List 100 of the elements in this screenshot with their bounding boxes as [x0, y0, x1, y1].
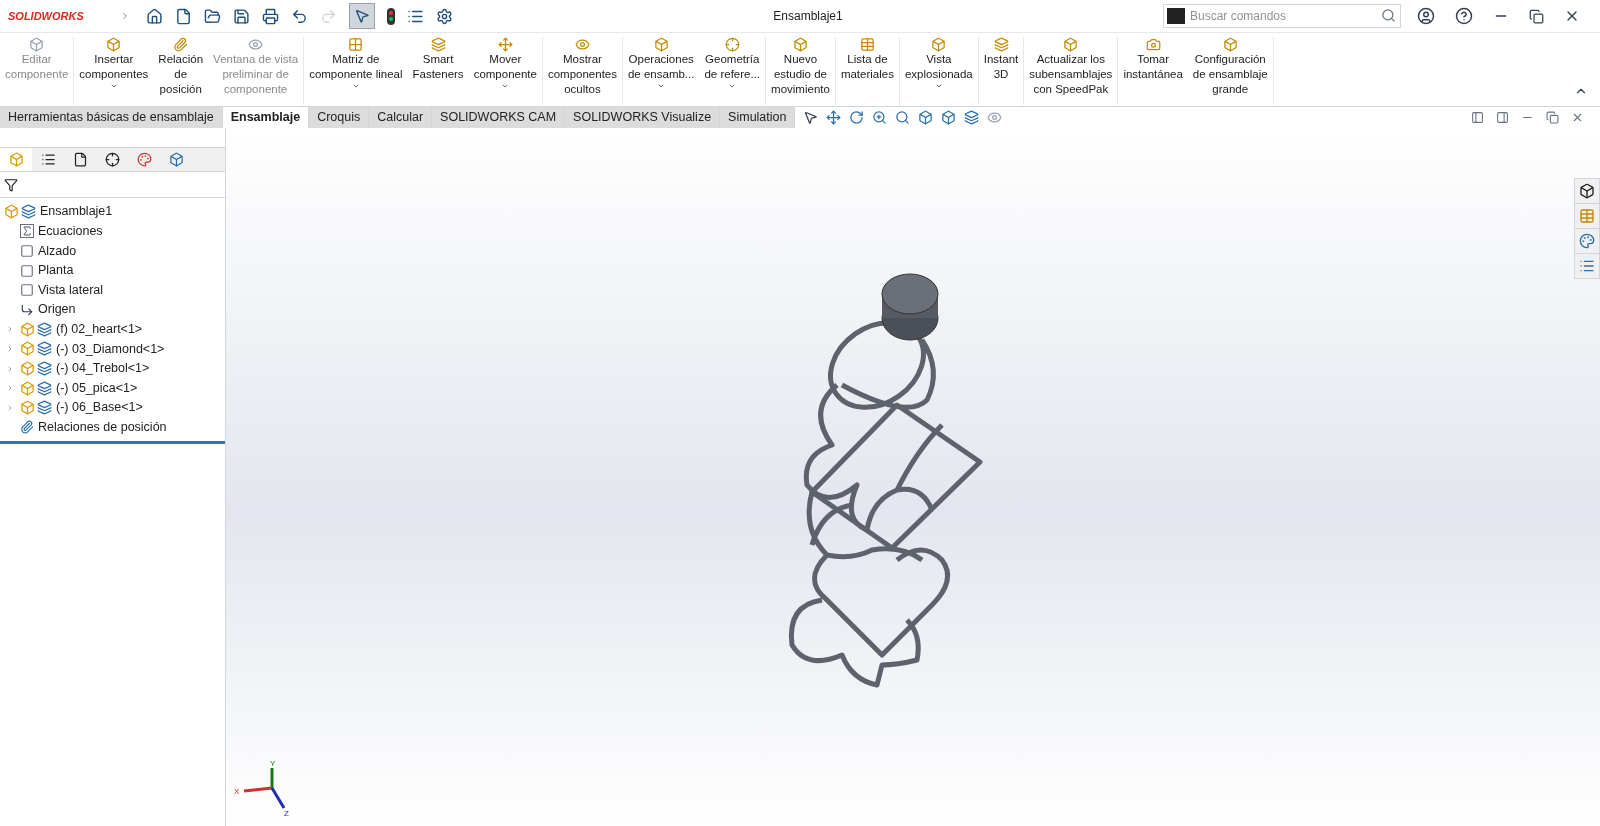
dropdown-icon [657, 82, 666, 90]
tab[interactable]: Simulation [720, 107, 796, 128]
expand-icon[interactable] [6, 325, 14, 334]
ribbon-button[interactable]: Actualizar los subensamblajes con SpeedPak [1024, 37, 1118, 105]
ribbon-button[interactable]: Nuevo estudio de movimiento [766, 37, 835, 105]
expand-icon[interactable] [6, 344, 14, 353]
display-style-icon[interactable] [941, 110, 957, 125]
select-button[interactable] [349, 3, 375, 29]
zoom-icon[interactable] [872, 110, 888, 125]
section-view-icon[interactable] [964, 110, 980, 125]
rotate-icon[interactable] [849, 110, 865, 125]
tree-item[interactable]: Origen [0, 299, 225, 320]
part-icon [20, 361, 52, 377]
palette-icon[interactable] [1579, 233, 1595, 249]
ribbon-button[interactable]: Lista de materiales [835, 37, 899, 105]
settings-icon[interactable] [436, 7, 453, 25]
view-orientation-icon[interactable] [918, 110, 934, 125]
tree-item[interactable]: (-) 06_Base<1> [0, 397, 225, 418]
tab[interactable]: Ensamblaje [222, 107, 310, 128]
terminal-icon [1167, 8, 1185, 24]
tool-icon [430, 37, 446, 52]
list-icon[interactable] [1579, 258, 1595, 274]
print-icon[interactable] [262, 7, 279, 25]
pan-icon[interactable] [826, 110, 842, 125]
search-icon [1381, 8, 1396, 23]
plane-icon [20, 244, 34, 258]
pointer-icon [354, 8, 370, 24]
tree-item[interactable]: Planta [0, 260, 225, 281]
restore-icon[interactable] [1529, 8, 1544, 24]
tool-icon [793, 37, 808, 52]
panel-left-icon[interactable] [1471, 111, 1484, 124]
ribbon-button[interactable]: Mostrar componentes ocultos [542, 37, 622, 105]
tree-item[interactable]: Alzado [0, 241, 225, 261]
ribbon-button[interactable]: Instant 3D [978, 37, 1024, 105]
dropdown-icon [501, 82, 510, 90]
ribbon-button[interactable]: Geometría de refere... [699, 37, 766, 105]
assembly-icon [4, 204, 36, 220]
ribbon-button[interactable]: Mover componente [468, 37, 542, 105]
ribbon-button[interactable]: Smart Fasteners [407, 37, 469, 105]
panel-right-icon[interactable] [1496, 111, 1509, 124]
tree-item[interactable]: Relaciones de posición [0, 417, 225, 438]
tree-item[interactable]: (f) 02_heart<1> [0, 319, 225, 340]
cube-icon [168, 152, 184, 167]
visibility-icon[interactable] [987, 110, 1003, 125]
ribbon-button[interactable]: Tomar instantánea [1118, 37, 1188, 105]
tree-item[interactable]: Vista lateral [0, 280, 225, 300]
ribbon-button[interactable]: Relación de posición [153, 37, 209, 105]
restore-icon[interactable] [1546, 111, 1559, 124]
plane-icon [20, 263, 34, 278]
ribbon-button[interactable]: Configuración de ensamblaje grande [1187, 37, 1273, 105]
select-icon[interactable] [803, 110, 819, 125]
tool-icon [859, 37, 875, 52]
crosshair-icon [104, 152, 120, 167]
tool-icon [993, 37, 1009, 52]
tool-icon [1063, 37, 1079, 52]
cube-icon[interactable] [1579, 183, 1595, 199]
plane-icon [20, 283, 34, 298]
tab[interactable]: Croquis [309, 107, 370, 128]
part-icon [20, 380, 52, 396]
ribbon-button[interactable]: Insertar componentes [74, 37, 154, 105]
help-icon[interactable] [1455, 7, 1473, 25]
tool-icon [106, 37, 122, 52]
tool-icon [173, 37, 189, 52]
expand-icon[interactable] [6, 364, 14, 373]
tree-item[interactable]: (-) 05_pica<1> [0, 378, 225, 398]
tab[interactable]: Herramientas básicas de ensamblaje [0, 107, 223, 128]
close-icon[interactable] [1571, 111, 1584, 124]
open-icon[interactable] [204, 7, 221, 25]
search-field[interactable]: Buscar comandos [1163, 4, 1401, 28]
tool-icon [497, 37, 513, 52]
save-icon[interactable] [233, 7, 250, 25]
ribbon-button[interactable]: Matriz de componente lineal [304, 37, 408, 105]
filter-icon[interactable] [4, 177, 18, 192]
tab[interactable]: SOLIDWORKS Visualize [565, 107, 721, 128]
tree-item[interactable]: Ecuaciones [0, 221, 225, 242]
cube-icon [8, 152, 24, 167]
traffic-light-icon[interactable] [387, 7, 395, 25]
tool-icon [574, 37, 590, 52]
home-icon[interactable] [146, 7, 163, 25]
tree-item[interactable]: Ensamblaje1 [0, 202, 225, 222]
ribbon-button[interactable]: Vista explosionada [899, 37, 978, 105]
ribbon-button[interactable]: Operaciones de ensamb... [622, 37, 700, 105]
tab[interactable]: Calcular [369, 107, 433, 128]
undo-icon[interactable] [291, 7, 308, 25]
tool-icon [1222, 37, 1238, 52]
user-icon[interactable] [1417, 7, 1435, 25]
origin-icon [20, 302, 34, 317]
tab[interactable]: SOLIDWORKS CAM [432, 107, 566, 128]
tree-item[interactable]: (-) 04_Trebol<1> [0, 358, 225, 379]
equations-icon [20, 224, 34, 239]
tool-icon [653, 37, 669, 52]
expand-icon[interactable] [6, 403, 14, 412]
window-title: Ensamblaje1 [773, 8, 843, 25]
expand-icon[interactable] [6, 384, 14, 393]
list-icon [40, 152, 56, 167]
palette-icon [136, 152, 152, 167]
new-file-icon[interactable] [175, 7, 192, 25]
tool-icon [931, 37, 947, 52]
tree-item[interactable]: (-) 03_Diamond<1> [0, 339, 225, 359]
zoom-area-icon[interactable] [895, 110, 911, 125]
